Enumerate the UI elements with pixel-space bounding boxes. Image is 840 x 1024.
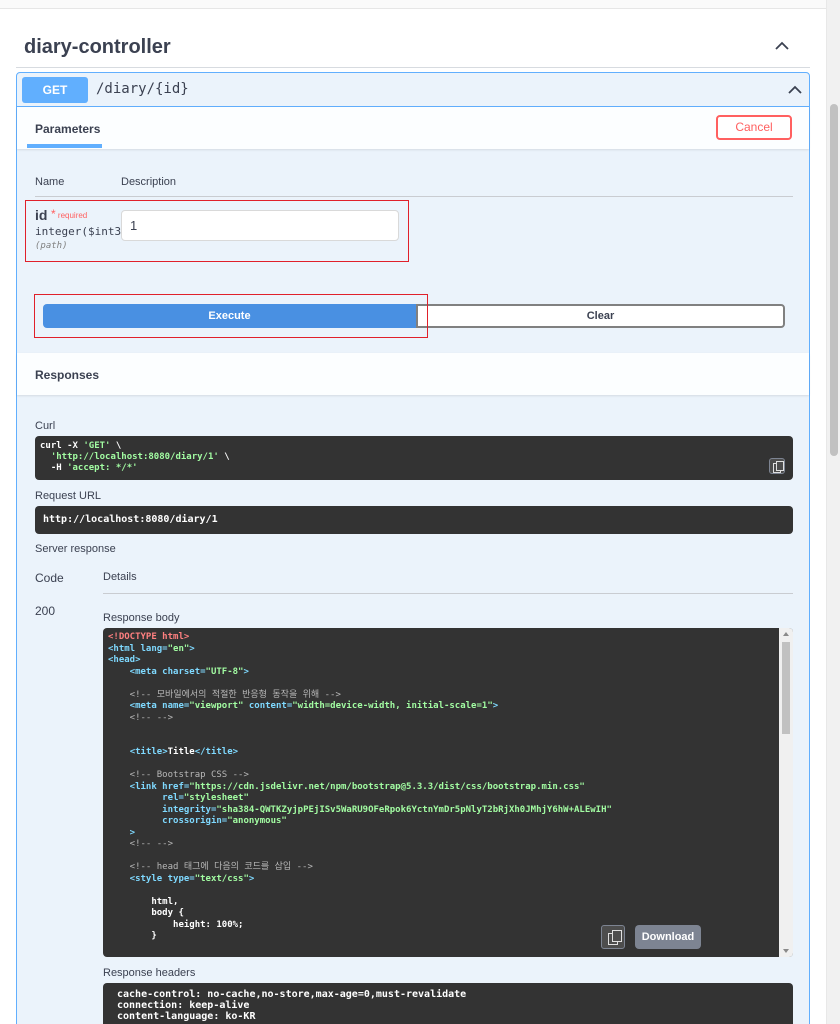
code-line: <link href="https://cdn.jsdelivr.net/npm…: [108, 781, 585, 792]
parameters-header: Parameters Cancel: [17, 107, 809, 149]
code-line: <!-- Bootstrap CSS -->: [108, 770, 249, 780]
highlight-box-param: [25, 200, 409, 262]
response-body-label: Response body: [103, 612, 180, 624]
code-line: <!-- -->: [108, 712, 174, 723]
page-scrollbar-thumb[interactable]: [830, 104, 838, 456]
code-line: <!DOCTYPE html>: [108, 632, 190, 642]
chevron-up-icon[interactable]: [787, 82, 803, 98]
operation-block: GET /diary/{id} Parameters Cancel Name D…: [16, 72, 810, 1024]
code-line: <meta name="viewport" content="width=dev…: [108, 701, 499, 711]
response-headers-label: Response headers: [103, 967, 196, 979]
page-scrollbar[interactable]: [826, 0, 840, 1024]
header-line: cache-control: no-cache,no-store,max-age…: [117, 989, 467, 1000]
responses-title: Responses: [35, 368, 100, 382]
scroll-down-icon[interactable]: [783, 949, 789, 953]
code-line: <meta charset="UTF-8">: [108, 666, 249, 677]
highlight-box-execute: [34, 294, 428, 338]
code-line: body {: [108, 908, 184, 918]
server-response-label: Server response: [35, 543, 116, 555]
operation-summary[interactable]: GET /diary/{id}: [17, 73, 809, 107]
code-line: <head>: [108, 655, 141, 665]
response-divider: [103, 593, 793, 594]
top-divider: [0, 0, 826, 9]
code-line: <!-- 모바일에서의 적절한 반응형 동작을 위해 -->: [108, 689, 341, 700]
code-line: <title>Title</title>: [129, 747, 239, 757]
code-line: <style type="text/css">: [108, 873, 255, 884]
code-line: integrity="sha384-QWTKZyjpPEjISv5WaRU9OF…: [108, 804, 612, 815]
details-column-header: Details: [103, 571, 137, 583]
code-column-header: Code: [35, 571, 64, 585]
chevron-up-icon[interactable]: [774, 38, 790, 54]
tab-parameters[interactable]: Parameters: [35, 122, 100, 136]
header-line: content-language: ko-KR: [117, 1011, 256, 1022]
curl-line: 'http://localhost:8080/diary/1' \: [50, 452, 230, 462]
response-body-scroll-thumb[interactable]: [782, 642, 790, 734]
curl-line: curl -X 'GET' \: [40, 441, 122, 451]
code-line: rel="stylesheet": [108, 793, 249, 803]
request-url-label: Request URL: [35, 490, 102, 502]
method-badge: GET: [22, 77, 88, 103]
code-line: <!-- head 태그에 다음의 코드를 삽입 -->: [108, 862, 313, 872]
curl-code[interactable]: curl -X 'GET' \ 'http://localhost:8080/d…: [35, 436, 793, 480]
table-divider: [35, 196, 793, 197]
copy-icon[interactable]: [769, 458, 785, 474]
column-name-header: Name: [35, 176, 65, 188]
tab-underline: [27, 144, 102, 148]
operation-path: /diary/{id}: [96, 81, 189, 97]
response-headers: cache-control: no-cache,no-store,max-age…: [103, 983, 793, 1024]
download-button[interactable]: Download: [635, 925, 701, 949]
code-line: <!-- -->: [108, 839, 174, 849]
scroll-up-icon[interactable]: [783, 632, 789, 636]
column-description-header: Description: [121, 176, 177, 188]
code-line: }: [108, 931, 157, 941]
response-body[interactable]: <!DOCTYPE html> <html lang="en"> <head> <m…: [103, 628, 793, 957]
responses-header: Responses: [17, 353, 809, 395]
header-line: connection: keep-alive: [117, 1000, 250, 1011]
request-url: http://localhost:8080/diary/1: [35, 506, 793, 534]
code-line: >: [108, 827, 136, 838]
swagger-page: diary-controller GET /diary/{id} Paramet…: [0, 0, 840, 1024]
code-line: html,: [108, 896, 179, 907]
copy-icon[interactable]: [601, 925, 625, 949]
curl-line: -H 'accept: */*': [40, 463, 138, 473]
clear-button[interactable]: Clear: [416, 304, 785, 328]
tag-header[interactable]: diary-controller: [16, 28, 810, 68]
response-code: 200: [35, 604, 56, 618]
response-body-code: <!DOCTYPE html> <html lang="en"> <head> <m…: [108, 632, 612, 943]
curl-label: Curl: [35, 420, 56, 432]
cancel-button[interactable]: Cancel: [716, 115, 792, 140]
code-line: height: 100%;: [108, 919, 244, 930]
code-line: <html lang="en">: [108, 643, 195, 654]
response-body-scrollbar[interactable]: [779, 628, 793, 957]
tag-title[interactable]: diary-controller: [24, 36, 171, 59]
code-line: crossorigin="anonymous": [108, 816, 287, 826]
